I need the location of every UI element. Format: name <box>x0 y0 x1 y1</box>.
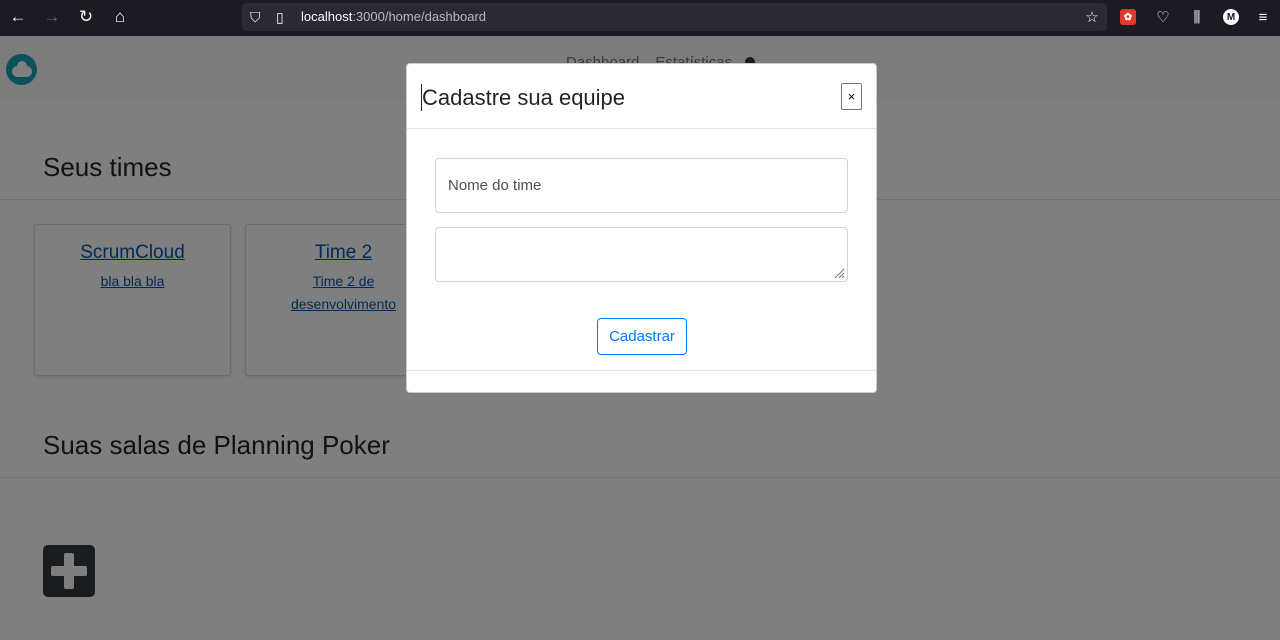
forward-arrow-icon[interactable]: → <box>38 0 66 34</box>
page-icon: ▯ <box>276 8 284 25</box>
back-arrow-icon[interactable]: ← <box>4 0 32 34</box>
team-name-field[interactable] <box>435 158 848 213</box>
modal-title: Cadastre sua equipe <box>421 84 626 111</box>
create-team-modal: Cadastre sua equipe × Cadastrar <box>406 63 877 393</box>
account-icon[interactable]: M <box>1218 0 1244 34</box>
shield-icon[interactable]: ⛉ <box>250 3 261 31</box>
extension-icon[interactable]: ✿ <box>1115 0 1141 34</box>
library-icon[interactable]: ⫼ <box>1184 0 1210 34</box>
team-description-field[interactable] <box>435 227 848 282</box>
address-bar[interactable]: ⛉ ▯ localhost:3000/home/dashboard <box>242 3 1107 31</box>
modal-header: Cadastre sua equipe × <box>407 64 876 129</box>
browser-toolbar: ← → ↻ ⌂ ⛉ ▯ localhost:3000/home/dashboar… <box>0 0 1280 36</box>
team-description-textarea[interactable] <box>436 228 847 281</box>
url-host: localhost <box>301 9 353 24</box>
url-path: :3000/home/dashboard <box>352 9 487 24</box>
resize-grip-icon[interactable] <box>833 267 845 279</box>
cadastrar-button[interactable]: Cadastrar <box>597 318 687 355</box>
home-icon[interactable]: ⌂ <box>106 0 134 34</box>
modal-footer-divider <box>407 370 876 371</box>
team-name-input[interactable] <box>436 159 847 212</box>
menu-icon[interactable]: ≡ <box>1250 0 1276 34</box>
bookmark-star-icon[interactable]: ☆ <box>1079 0 1105 34</box>
reload-icon[interactable]: ↻ <box>72 0 100 34</box>
url-text[interactable]: localhost:3000/home/dashboard <box>301 3 486 31</box>
close-button[interactable]: × <box>841 83 862 110</box>
pocket-icon[interactable]: ♡ <box>1150 0 1176 34</box>
